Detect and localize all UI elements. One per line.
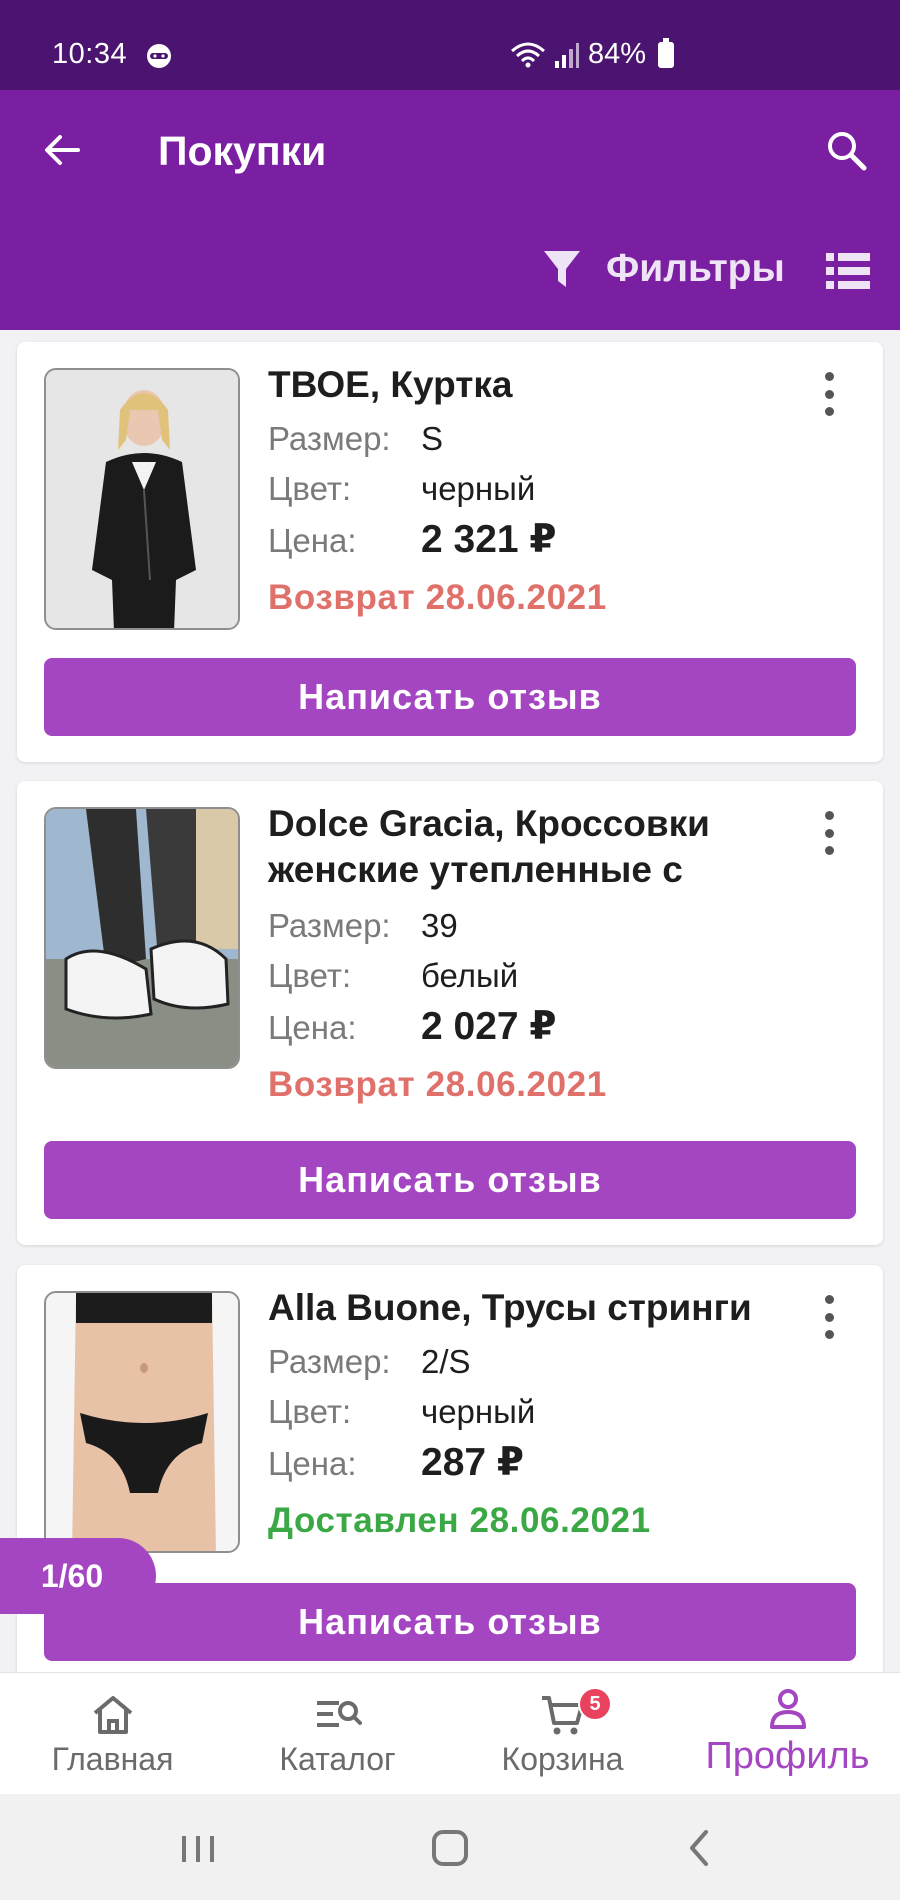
color-value: черный	[421, 470, 536, 507]
page-title: Покупки	[158, 128, 327, 174]
more-options-icon[interactable]	[817, 1295, 841, 1339]
price-label: Цена:	[268, 1445, 357, 1482]
size-value: 39	[421, 907, 458, 944]
product-image[interactable]	[44, 807, 240, 1069]
price-label: Цена:	[268, 1009, 357, 1046]
home-button-icon[interactable]	[426, 1824, 474, 1872]
product-title: Alla Buone, Трусы стринги	[268, 1287, 752, 1328]
page-counter: 1/60	[0, 1538, 156, 1614]
battery-percent: 84%	[588, 38, 647, 70]
filters-label: Фильтры	[606, 247, 785, 290]
back-button-icon[interactable]	[676, 1824, 724, 1872]
filter-icon	[544, 251, 580, 287]
home-icon	[93, 1696, 132, 1734]
color-value: черный	[421, 1393, 536, 1430]
size-label: Размер:	[268, 1343, 391, 1380]
nav-item-home[interactable]: Главная	[0, 1673, 225, 1794]
size-value: S	[421, 420, 444, 457]
nav-label: Каталог	[279, 1741, 396, 1777]
price-value: 2 321 ₽	[421, 518, 557, 561]
purchase-list: ТВОЕ, Куртка Размер: S Цвет: черный Цена…	[0, 330, 900, 1672]
wifi-icon	[511, 42, 545, 67]
catalog-search-icon	[316, 1701, 362, 1727]
more-options-icon[interactable]	[817, 811, 841, 855]
recent-apps-icon[interactable]	[174, 1824, 222, 1872]
bottom-navigation: Главная Каталог 5 Корзина Профиль	[0, 1672, 900, 1794]
order-status: Возврат 28.06.2021	[268, 578, 607, 617]
color-value: белый	[421, 957, 519, 994]
sneakers-photo	[46, 809, 238, 1067]
product-title: Dolce Gracia, Кроссовки женские утепленн…	[268, 803, 710, 890]
filters-button[interactable]: Фильтры	[542, 244, 785, 294]
purchase-card[interactable]: ТВОЕ, Куртка Размер: S Цвет: черный Цена…	[17, 342, 883, 762]
color-label: Цвет:	[268, 957, 352, 994]
write-review-button[interactable]: Написать отзыв	[44, 1141, 856, 1219]
purchase-card[interactable]: Alla Buone, Трусы стринги Размер: 2/S Цв…	[17, 1265, 883, 1672]
size-label: Размер:	[268, 420, 391, 457]
lingerie-photo	[46, 1293, 238, 1551]
profile-icon	[769, 1689, 806, 1729]
battery-icon	[658, 37, 675, 68]
color-label: Цвет:	[268, 470, 352, 507]
price-value: 2 027 ₽	[421, 1005, 557, 1048]
write-review-button[interactable]: Написать отзыв	[44, 1583, 856, 1661]
product-title: ТВОЕ, Куртка	[268, 364, 513, 405]
status-bar: 10:34 84%	[0, 0, 900, 90]
size-value: 2/S	[421, 1343, 471, 1380]
jacket-photo	[46, 370, 238, 628]
order-status: Доставлен 28.06.2021	[268, 1501, 651, 1540]
nav-label: Корзина	[501, 1741, 624, 1777]
status-time: 10:34	[52, 38, 128, 70]
notification-icon	[147, 44, 171, 68]
list-view-icon[interactable]	[826, 251, 870, 291]
nav-label: Профиль	[705, 1735, 870, 1777]
nav-item-catalog[interactable]: Каталог	[225, 1673, 450, 1794]
product-image[interactable]	[44, 368, 240, 630]
nav-label: Главная	[51, 1741, 174, 1777]
color-label: Цвет:	[268, 1393, 352, 1430]
system-navigation-bar	[0, 1794, 900, 1900]
search-icon[interactable]	[822, 126, 870, 174]
order-status: Возврат 28.06.2021	[268, 1065, 607, 1104]
cart-badge: 5	[578, 1687, 612, 1721]
status-indicators: 84%	[510, 37, 675, 71]
nav-item-cart[interactable]: 5 Корзина	[450, 1673, 675, 1794]
product-image[interactable]	[44, 1291, 240, 1553]
price-label: Цена:	[268, 522, 357, 559]
back-arrow-icon[interactable]	[38, 126, 86, 174]
nav-item-profile[interactable]: Профиль	[675, 1673, 900, 1794]
signal-icon	[555, 42, 579, 68]
price-value: 287 ₽	[421, 1441, 525, 1484]
size-label: Размер:	[268, 907, 391, 944]
app-bar	[0, 90, 900, 330]
write-review-button[interactable]: Написать отзыв	[44, 658, 856, 736]
purchase-card[interactable]: Dolce Gracia, Кроссовки женские утепленн…	[17, 781, 883, 1245]
more-options-icon[interactable]	[817, 372, 841, 416]
